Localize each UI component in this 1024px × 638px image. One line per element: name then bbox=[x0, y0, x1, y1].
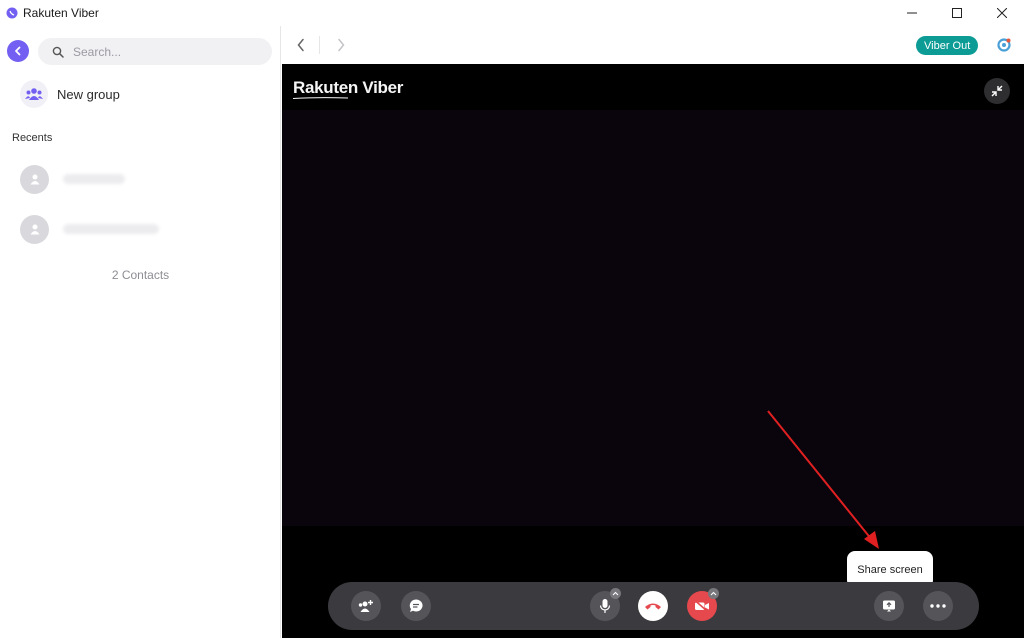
brand-logo: Rakuten Viber bbox=[293, 78, 404, 97]
search-input[interactable] bbox=[73, 44, 253, 59]
window-controls bbox=[889, 0, 1024, 26]
search-icon bbox=[52, 46, 64, 58]
search-box[interactable] bbox=[38, 38, 272, 65]
chat-bubble-icon bbox=[409, 599, 423, 612]
camera-options-button[interactable] bbox=[708, 588, 719, 599]
avatar bbox=[20, 214, 49, 244]
divider bbox=[319, 36, 320, 54]
contact-name-redacted bbox=[63, 224, 159, 234]
chevron-left-icon bbox=[15, 46, 21, 56]
person-icon bbox=[30, 174, 39, 185]
maximize-icon bbox=[951, 8, 962, 18]
sidebar: New group Recents 2 Contacts bbox=[0, 26, 281, 638]
avatar bbox=[20, 164, 49, 194]
close-icon bbox=[996, 8, 1007, 18]
sidebar-back-button[interactable] bbox=[7, 40, 29, 62]
chevron-up-icon bbox=[710, 591, 717, 596]
new-group-button[interactable]: New group bbox=[20, 80, 120, 108]
share-screen-icon bbox=[883, 600, 895, 612]
contacts-count: 2 Contacts bbox=[111, 268, 170, 282]
more-horizontal-icon bbox=[930, 604, 946, 608]
chevron-right-icon bbox=[338, 38, 345, 52]
person-icon bbox=[30, 224, 39, 235]
share-screen-button[interactable] bbox=[874, 591, 904, 621]
add-participant-icon bbox=[358, 600, 373, 612]
contact-name-redacted bbox=[63, 174, 125, 184]
viber-logo-icon bbox=[6, 7, 18, 19]
microphone-options-button[interactable] bbox=[610, 588, 621, 599]
group-icon bbox=[20, 80, 48, 108]
chevron-left-icon bbox=[297, 38, 304, 52]
settings-icon[interactable] bbox=[996, 37, 1012, 53]
new-group-label: New group bbox=[57, 86, 120, 102]
microphone-icon bbox=[599, 599, 611, 613]
window-title: Rakuten Viber bbox=[23, 6, 99, 20]
camera-off-icon bbox=[695, 600, 709, 612]
nav-forward-button[interactable] bbox=[334, 35, 348, 55]
nav-back-button[interactable] bbox=[294, 35, 308, 55]
title-bar: Rakuten Viber bbox=[0, 0, 1024, 26]
close-button[interactable] bbox=[979, 0, 1024, 26]
recents-heading: Recents bbox=[12, 132, 53, 144]
collapse-arrows-icon bbox=[991, 85, 1003, 97]
minimize-button[interactable] bbox=[889, 0, 934, 26]
contact-item[interactable] bbox=[20, 163, 260, 195]
viber-out-button[interactable]: Viber Out bbox=[916, 36, 979, 55]
chat-button[interactable] bbox=[401, 591, 431, 621]
add-participant-button[interactable] bbox=[351, 591, 381, 621]
brand-swoosh bbox=[293, 97, 348, 99]
main-toolbar: Viber Out bbox=[282, 26, 1024, 64]
hang-up-icon bbox=[645, 603, 661, 610]
more-options-button[interactable] bbox=[923, 591, 953, 621]
video-feed bbox=[282, 110, 1024, 526]
maximize-button[interactable] bbox=[934, 0, 979, 26]
minimize-view-button[interactable] bbox=[984, 78, 1010, 104]
contact-item[interactable] bbox=[20, 213, 260, 245]
minimize-icon bbox=[906, 12, 917, 14]
chevron-up-icon bbox=[612, 591, 619, 596]
call-control-bar bbox=[328, 582, 979, 630]
video-call-area: Rakuten Viber Share screen bbox=[282, 64, 1024, 638]
end-call-button[interactable] bbox=[638, 591, 668, 621]
